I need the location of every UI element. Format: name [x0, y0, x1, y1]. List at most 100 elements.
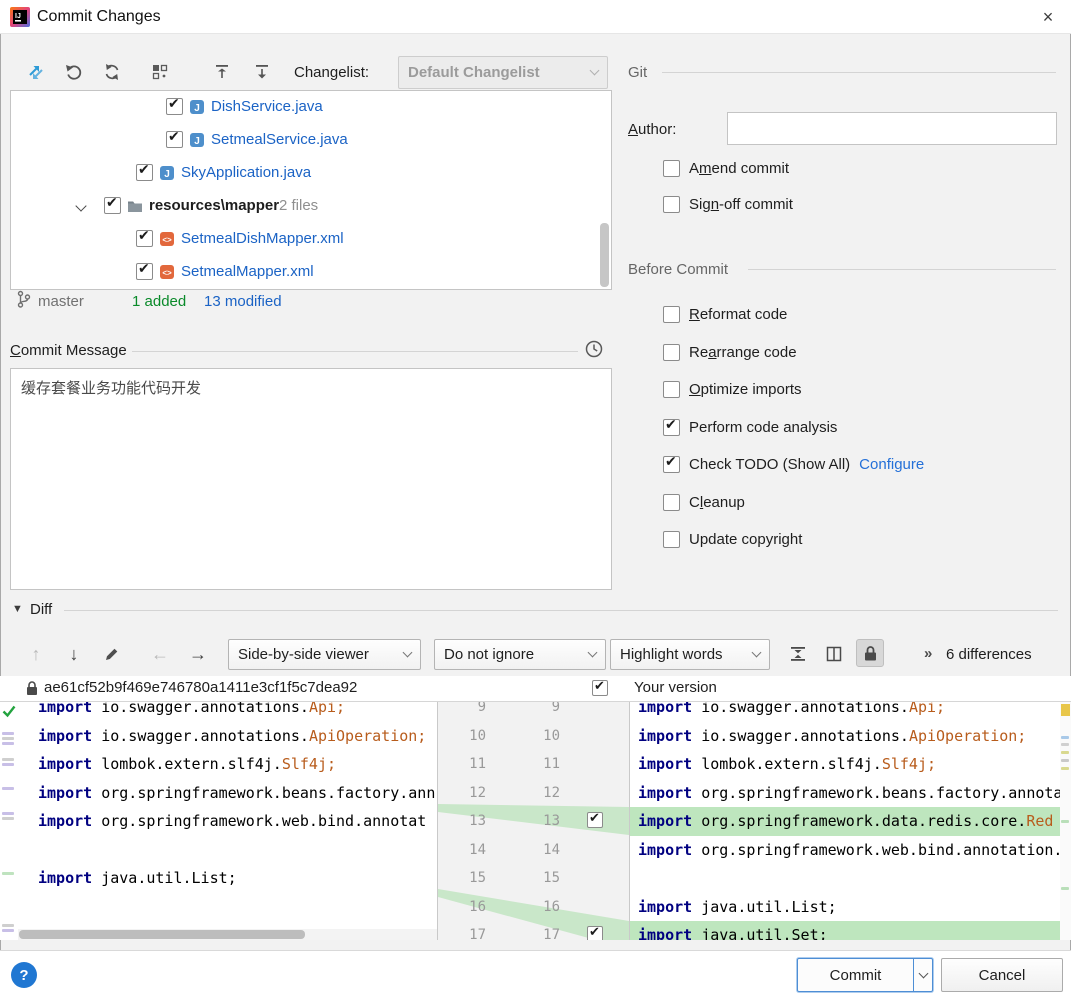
expand-all-button[interactable] — [208, 58, 236, 86]
update-copyright-checkbox[interactable] — [663, 531, 680, 548]
file-checkbox[interactable] — [104, 195, 121, 214]
chevron-down-icon — [751, 647, 762, 658]
author-input[interactable] — [727, 112, 1057, 145]
synchronize-scrolling-button[interactable] — [820, 640, 848, 668]
cancel-button[interactable]: Cancel — [941, 958, 1063, 992]
rearrange-code-row[interactable]: Rearrange code — [663, 344, 797, 361]
diff-collapse-triangle-icon[interactable]: ▼ — [12, 603, 23, 615]
collapse-unchanged-button[interactable] — [784, 640, 812, 668]
tree-scrollbar-thumb[interactable] — [600, 223, 609, 287]
ignore-mode-select[interactable]: Do not ignore — [434, 639, 606, 670]
change-marker — [2, 812, 14, 815]
rearrange-code-checkbox[interactable] — [663, 344, 680, 361]
code-analysis-row[interactable]: Perform code analysis — [663, 417, 837, 436]
gutter-row: 17 17 — [438, 921, 629, 940]
left-line-number: 12 — [469, 784, 486, 801]
rollback-button[interactable] — [60, 58, 88, 86]
diff-left-pane[interactable]: import io.swagger.annotations.Api; import… — [18, 702, 437, 940]
commit-changes-dialog: IJ Commit Changes × Changelist: Default … — [0, 0, 1071, 998]
edit-source-button[interactable] — [98, 640, 126, 668]
tree-row[interactable]: J DishService.java — [11, 91, 611, 124]
collapse-unchanged-icon — [791, 647, 805, 661]
configure-link[interactable]: Configure — [859, 456, 924, 473]
next-file-button[interactable]: → — [184, 640, 212, 668]
tree-row[interactable]: resources\mapper 2 files — [11, 190, 611, 223]
lock-icon — [26, 681, 38, 700]
commit-button[interactable]: Commit — [798, 959, 913, 991]
signoff-commit-label: Sign-off commit — [689, 196, 793, 213]
change-marker — [2, 787, 14, 790]
cleanup-checkbox[interactable] — [663, 494, 680, 511]
folder-name[interactable]: resources\mapper — [149, 197, 279, 214]
group-by-button[interactable] — [146, 58, 174, 86]
your-version-checkbox[interactable] — [592, 679, 608, 696]
change-marker — [2, 742, 14, 745]
refresh-button[interactable] — [98, 58, 126, 86]
branch-name[interactable]: master — [38, 293, 84, 310]
check-todo-checkbox[interactable] — [663, 454, 680, 473]
reformat-code-checkbox[interactable] — [663, 306, 680, 323]
file-checkbox[interactable] — [136, 228, 153, 247]
viewer-mode-select[interactable]: Side-by-side viewer — [228, 639, 421, 670]
cleanup-row[interactable]: Cleanup — [663, 494, 745, 511]
file-checkbox[interactable] — [166, 129, 183, 148]
amend-commit-checkbox[interactable] — [663, 160, 680, 177]
update-copyright-row[interactable]: Update copyright — [663, 531, 802, 548]
file-name[interactable]: SkyApplication.java — [181, 164, 311, 181]
previous-difference-button[interactable]: ↑ — [22, 640, 50, 668]
arrow-down-icon: ↓ — [69, 644, 79, 664]
diff-horizontal-scrollbar-thumb[interactable] — [19, 930, 305, 939]
optimize-imports-row[interactable]: Optimize imports — [663, 381, 802, 398]
check-todo-row[interactable]: Check TODO (Show All) Configure — [663, 454, 924, 473]
diff-right-pane[interactable]: import io.swagger.annotations.Api; import… — [630, 702, 1060, 940]
refresh-changes-button[interactable] — [22, 58, 50, 86]
reformat-code-label: Reformat code — [689, 306, 788, 323]
file-checkbox[interactable] — [136, 261, 153, 280]
diff-horizontal-scrollbar[interactable] — [18, 929, 437, 940]
expand-chevron-icon[interactable] — [75, 200, 87, 212]
changelist-select[interactable]: Default Changelist — [398, 56, 608, 89]
commit-dropdown-button[interactable] — [913, 959, 932, 991]
optimize-imports-checkbox[interactable] — [663, 381, 680, 398]
tree-row[interactable]: <> SetmealMapper.xml — [11, 256, 611, 289]
tree-row[interactable]: <> SetmealDishMapper.xml — [11, 223, 611, 256]
change-marker — [2, 763, 14, 766]
signoff-commit-row[interactable]: Sign-off commit — [663, 196, 793, 213]
right-line-number: 11 — [543, 756, 560, 772]
chevron-down-icon — [402, 647, 413, 658]
optimize-imports-label: Optimize imports — [689, 381, 802, 398]
reformat-code-row[interactable]: Reformat code — [663, 306, 787, 323]
changed-files-tree: J DishService.java J SetmealService.java… — [10, 90, 612, 290]
collapse-all-button[interactable] — [248, 58, 276, 86]
change-marker — [2, 732, 14, 735]
lock-icon — [864, 645, 876, 660]
previous-file-button[interactable]: ← — [146, 640, 174, 668]
include-change-checkbox[interactable] — [587, 925, 603, 940]
highlight-mode-select[interactable]: Highlight words — [610, 639, 770, 670]
tree-row[interactable]: J SkyApplication.java — [11, 157, 611, 190]
signoff-commit-checkbox[interactable] — [663, 196, 680, 213]
code-analysis-checkbox[interactable] — [663, 417, 680, 436]
commit-history-icon[interactable] — [584, 339, 604, 363]
include-change-checkbox[interactable] — [587, 811, 603, 828]
file-name[interactable]: SetmealDishMapper.xml — [181, 230, 344, 247]
file-checkbox[interactable] — [136, 162, 153, 181]
change-marker — [2, 924, 14, 927]
file-name[interactable]: SetmealMapper.xml — [181, 263, 314, 280]
right-line-number: 9 — [551, 702, 560, 715]
close-icon[interactable]: × — [1025, 0, 1071, 34]
git-section-label: Git — [628, 64, 648, 81]
more-actions-chevrons[interactable]: » — [924, 645, 932, 662]
amend-commit-row[interactable]: Amend commit — [663, 160, 789, 177]
disable-editing-button[interactable] — [856, 639, 884, 667]
help-button[interactable]: ? — [11, 962, 37, 988]
svg-text:J: J — [194, 103, 200, 114]
next-difference-button[interactable]: ↓ — [60, 640, 88, 668]
tree-row[interactable]: J SetmealService.java — [11, 124, 611, 157]
file-checkbox[interactable] — [166, 96, 183, 115]
file-name[interactable]: SetmealService.java — [211, 131, 348, 148]
commit-message-input[interactable]: 缓存套餐业务功能代码开发 — [10, 368, 612, 590]
file-name[interactable]: DishService.java — [211, 98, 323, 115]
